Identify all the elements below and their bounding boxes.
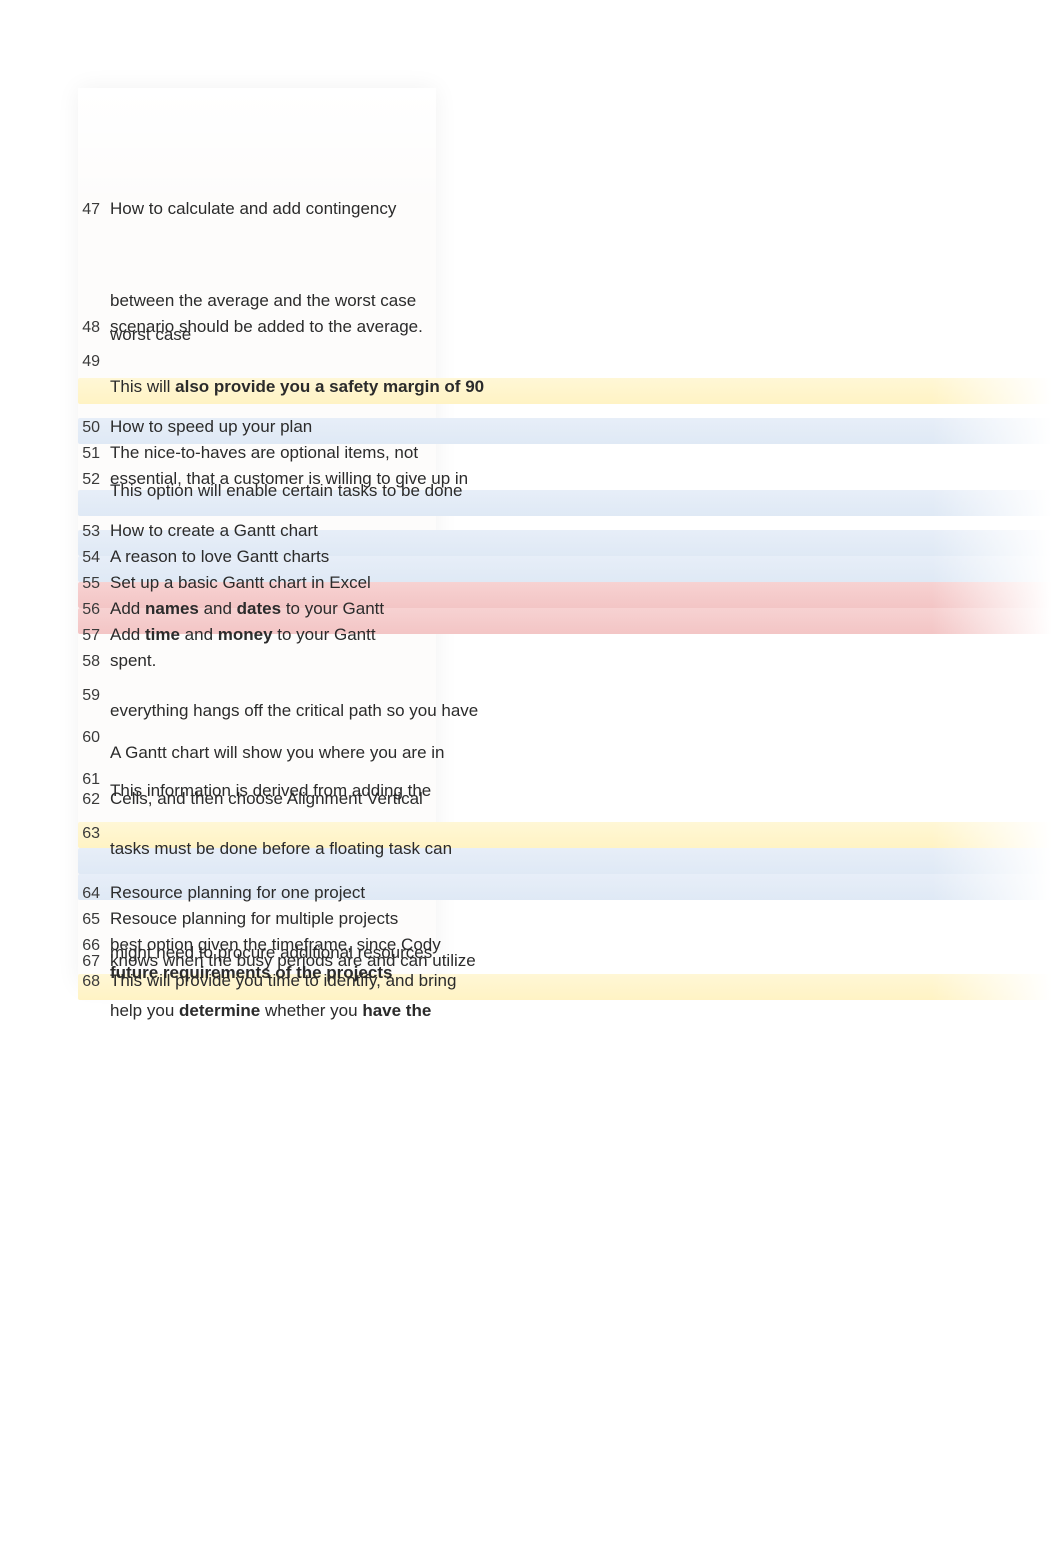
- line-text: Resource planning for one project: [106, 882, 365, 905]
- line-number: [78, 480, 106, 481]
- line-text: Set up a basic Gantt chart in Excel: [106, 572, 371, 595]
- line-text: How to calculate and add contingency: [106, 198, 396, 221]
- text-row: 65Resouce planning for multiple projects: [78, 908, 1038, 934]
- line-text: Add names and dates to your Gantt: [106, 598, 384, 621]
- text-row: 53How to create a Gantt chart: [78, 520, 1038, 546]
- line-text: everything hangs off the critical path s…: [106, 700, 478, 723]
- line-number: 47: [78, 198, 106, 221]
- text-row: 54A reason to love Gantt charts: [78, 546, 1038, 572]
- line-text: spent.: [106, 650, 156, 673]
- line-text: This option will enable certain tasks to…: [106, 480, 462, 503]
- line-text: Resouce planning for multiple projects: [106, 908, 398, 931]
- text-row: everything hangs off the critical path s…: [78, 700, 1038, 726]
- text-row: 55Set up a basic Gantt chart in Excel: [78, 572, 1038, 598]
- text-row: 64Resource planning for one project: [78, 882, 1038, 908]
- content-rows: 47How to calculate and add contingency be…: [78, 198, 1038, 1026]
- line-number: 49: [78, 350, 106, 373]
- spacer: [78, 224, 1038, 290]
- spacer: [78, 506, 1038, 520]
- line-text: How to speed up your plan: [106, 416, 312, 439]
- text-row: tasks must be done before a floating tas…: [78, 838, 1038, 864]
- line-text: worst case: [106, 324, 191, 347]
- line-text: How to create a Gantt chart: [106, 520, 318, 543]
- line-number: [78, 1000, 106, 1001]
- line-number: 50: [78, 416, 106, 439]
- line-number: [78, 742, 106, 743]
- text-row: worst case: [78, 324, 1038, 350]
- page: 47How to calculate and add contingency be…: [0, 0, 1062, 1556]
- line-text: between the average and the worst case: [106, 290, 416, 313]
- line-text: A Gantt chart will show you where you ar…: [106, 742, 445, 765]
- line-text: This will also provide you a safety marg…: [106, 376, 484, 399]
- line-number: 55: [78, 572, 106, 595]
- line-text: The nice-to-haves are optional items, no…: [106, 442, 418, 465]
- text-row: 47How to calculate and add contingency: [78, 198, 1038, 224]
- line-text: Cells, and then choose Alignment Vertica…: [106, 788, 423, 811]
- text-row: 56Add names and dates to your Gantt: [78, 598, 1038, 624]
- line-number: [78, 780, 106, 781]
- line-number: 51: [78, 442, 106, 465]
- text-row: This will also provide you a safety marg…: [78, 376, 1038, 402]
- text-row: This option will enable certain tasks to…: [78, 480, 1038, 506]
- line-number: [78, 376, 106, 377]
- line-number: [78, 700, 106, 701]
- line-number: 68: [78, 970, 106, 993]
- line-number: 65: [78, 908, 106, 931]
- line-text: tasks must be done before a floating tas…: [106, 838, 452, 861]
- line-number: 56: [78, 598, 106, 621]
- text-row: between the average and the worst case: [78, 290, 1038, 316]
- text-row: 58spent.: [78, 650, 1038, 676]
- text-row: 50How to speed up your plan: [78, 416, 1038, 442]
- spacer: [78, 402, 1038, 416]
- spacer: [78, 676, 1038, 684]
- line-number: [78, 962, 106, 963]
- text-row: 51The nice-to-haves are optional items, …: [78, 442, 1038, 468]
- spacer: [78, 814, 1038, 822]
- line-number: [78, 838, 106, 839]
- line-number: 57: [78, 624, 106, 647]
- line-text: Add time and money to your Gantt: [106, 624, 376, 647]
- line-text: This will provide you time to identify, …: [106, 970, 456, 993]
- text-row: 62Cells, and then choose Alignment Verti…: [78, 788, 1038, 814]
- line-text: help you determine whether you have the: [106, 1000, 431, 1023]
- line-number: [78, 324, 106, 325]
- line-number: 62: [78, 788, 106, 811]
- text-row: 57Add time and money to your Gantt: [78, 624, 1038, 650]
- line-number: 54: [78, 546, 106, 569]
- text-row: A Gantt chart will show you where you ar…: [78, 742, 1038, 768]
- line-number: 53: [78, 520, 106, 543]
- spacer: [78, 864, 1038, 878]
- text-row: 49: [78, 350, 1038, 376]
- text-row: help you determine whether you have the: [78, 1000, 1038, 1026]
- line-number: 64: [78, 882, 106, 905]
- line-number: [78, 942, 106, 943]
- line-number: 58: [78, 650, 106, 673]
- text-row: 68This will provide you time to identify…: [78, 970, 1038, 996]
- line-number: [78, 290, 106, 291]
- line-text: A reason to love Gantt charts: [106, 546, 329, 569]
